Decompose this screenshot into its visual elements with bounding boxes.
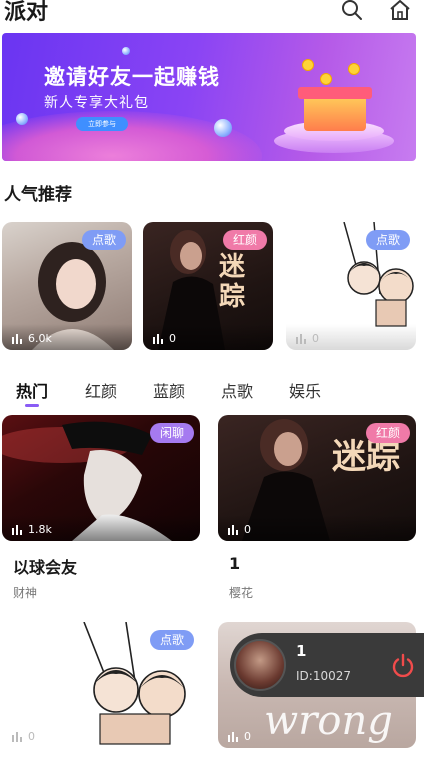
tab-blue[interactable]: 蓝颜 bbox=[153, 378, 185, 402]
category-badge: 红颜 bbox=[365, 423, 410, 443]
bar-chart-icon bbox=[12, 731, 22, 742]
section-title-popular: 人气推荐 bbox=[4, 185, 72, 205]
search-icon[interactable] bbox=[340, 0, 364, 22]
listener-count: 0 bbox=[153, 332, 176, 345]
listener-count-value: 0 bbox=[244, 523, 251, 536]
listener-count-value: 6.0k bbox=[28, 332, 52, 345]
gift-box-lid bbox=[298, 87, 372, 99]
category-badge: 点歌 bbox=[365, 230, 410, 250]
power-icon[interactable] bbox=[390, 653, 416, 679]
room-host: 财神 bbox=[13, 586, 38, 600]
room-card[interactable]: 闲聊 1.8k bbox=[2, 415, 200, 541]
listener-count-value: 0 bbox=[28, 730, 35, 743]
listener-count: 0 bbox=[228, 730, 251, 743]
room-title: 以球会友 bbox=[13, 558, 78, 577]
category-badge: 红颜 bbox=[222, 230, 267, 250]
category-badge: 点歌 bbox=[149, 630, 194, 650]
listener-count: 0 bbox=[228, 523, 251, 536]
tab-song[interactable]: 点歌 bbox=[221, 378, 253, 402]
banner-bubble bbox=[122, 47, 130, 55]
poster-title-art: 迷踪 bbox=[332, 437, 400, 477]
listener-count-value: 1.8k bbox=[28, 523, 52, 536]
listener-count-value: 0 bbox=[312, 332, 319, 345]
room-host: 樱花 bbox=[229, 586, 254, 600]
listener-count-value: 0 bbox=[244, 730, 251, 743]
coin-icon bbox=[348, 63, 360, 75]
banner-bubble bbox=[214, 119, 232, 137]
promo-banner[interactable]: 邀请好友一起赚钱 新人专享大礼包 立即参与 bbox=[2, 33, 416, 161]
tab-red[interactable]: 红颜 bbox=[85, 378, 117, 402]
listener-count: 6.0k bbox=[12, 332, 52, 345]
mini-player-avatar bbox=[234, 639, 286, 691]
listener-count: 0 bbox=[12, 730, 35, 743]
room-card[interactable]: 迷踪 红颜 0 bbox=[218, 415, 416, 541]
room-title: 1 bbox=[229, 554, 241, 573]
page-title: 派对 bbox=[4, 0, 49, 25]
listener-count: 0 bbox=[296, 332, 319, 345]
banner-bubble bbox=[16, 113, 28, 125]
bar-chart-icon bbox=[12, 524, 22, 535]
bar-chart-icon bbox=[228, 731, 238, 742]
top-bar: 派对 bbox=[0, 0, 424, 25]
popular-card[interactable]: 点歌 0 bbox=[286, 222, 416, 350]
mini-player-room-id: ID:10027 bbox=[296, 669, 351, 683]
category-badge: 点歌 bbox=[81, 230, 126, 250]
bar-chart-icon bbox=[296, 333, 306, 344]
coin-icon bbox=[320, 73, 332, 85]
bar-chart-icon bbox=[228, 524, 238, 535]
poster-title-art: 迷踪 bbox=[219, 252, 246, 312]
bar-chart-icon bbox=[12, 333, 22, 344]
popular-card[interactable]: 点歌 6.0k bbox=[2, 222, 132, 350]
popular-card[interactable]: 迷踪 红颜 0 bbox=[143, 222, 273, 350]
room-card[interactable]: 点歌 0 bbox=[2, 622, 200, 748]
category-tabs: 热门 红颜 蓝颜 点歌 娱乐 bbox=[0, 374, 424, 407]
mini-player-title: 1 bbox=[296, 642, 307, 660]
poster-title-art: wrong bbox=[264, 698, 393, 744]
gift-box-icon bbox=[304, 95, 366, 131]
category-badge: 闲聊 bbox=[149, 423, 194, 443]
listener-count: 1.8k bbox=[12, 523, 52, 536]
tab-hot[interactable]: 热门 bbox=[16, 378, 48, 402]
bar-chart-icon bbox=[153, 333, 163, 344]
coin-icon bbox=[302, 59, 314, 71]
listener-count-value: 0 bbox=[169, 332, 176, 345]
home-icon[interactable] bbox=[388, 0, 412, 22]
banner-subline: 新人专享大礼包 bbox=[44, 95, 149, 111]
tab-fun[interactable]: 娱乐 bbox=[289, 378, 321, 402]
mini-player[interactable]: 1 ID:10027 bbox=[230, 633, 424, 697]
banner-headline: 邀请好友一起赚钱 bbox=[44, 65, 220, 89]
banner-cta-button[interactable]: 立即参与 bbox=[76, 117, 128, 131]
active-tab-indicator bbox=[25, 404, 39, 407]
